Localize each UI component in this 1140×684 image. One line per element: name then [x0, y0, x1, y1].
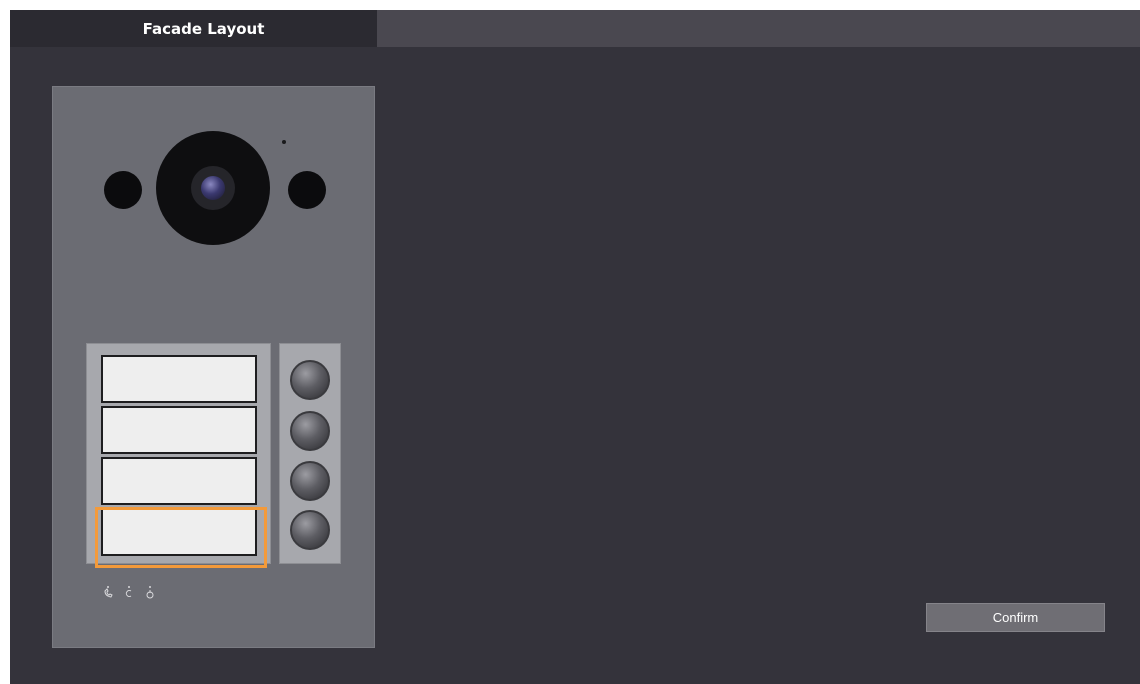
call-button-column	[279, 343, 341, 564]
left-ir-sensor-icon	[104, 171, 142, 209]
call-button-2[interactable]	[290, 411, 330, 451]
name-card-1[interactable]	[101, 355, 257, 403]
call-button-3[interactable]	[290, 461, 330, 501]
facade-layout-window: Facade Layout Confirm	[10, 10, 1140, 684]
call-button-1[interactable]	[290, 360, 330, 400]
microphone-icon	[282, 140, 286, 144]
right-ir-sensor-icon	[288, 171, 326, 209]
call-button-4[interactable]	[290, 510, 330, 550]
selected-name-card-highlight	[95, 507, 267, 568]
camera-icon	[156, 131, 270, 245]
tab-facade-layout[interactable]: Facade Layout	[10, 10, 377, 47]
door-station-facade	[52, 86, 375, 648]
name-card-3[interactable]	[101, 457, 257, 505]
lock-icon	[145, 585, 155, 599]
name-card-2[interactable]	[101, 406, 257, 454]
status-indicators	[103, 585, 155, 599]
confirm-button[interactable]: Confirm	[926, 603, 1105, 632]
camera-lens-icon	[201, 176, 225, 200]
phone-icon	[103, 585, 113, 599]
door-icon	[124, 585, 134, 599]
